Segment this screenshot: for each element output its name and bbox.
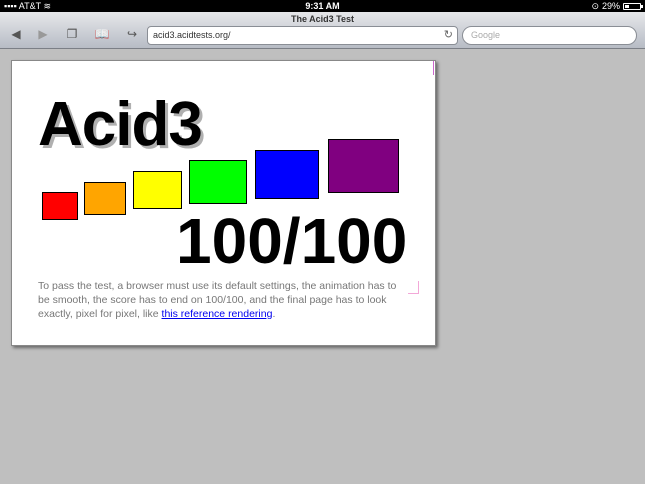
- page-title: The Acid3 Test: [290, 14, 354, 24]
- status-bar: ▪▪▪▪ AT&T ≋ 9:31 AM ⊙ 29%: [0, 0, 645, 12]
- clock: 9:31 AM: [305, 1, 340, 11]
- tabs-icon: ❐: [66, 27, 78, 41]
- bookmarks-book-icon: 📖: [94, 27, 110, 41]
- acid3-heading: Acid3: [38, 90, 203, 159]
- score-display: 100/100: [176, 205, 408, 277]
- address-bar[interactable]: acid3.acidtests.org/ ↻: [147, 26, 458, 45]
- share-icon: ↪: [126, 27, 138, 41]
- battery-percent: 29%: [601, 1, 620, 11]
- url-text: acid3.acidtests.org/: [153, 30, 231, 40]
- share-button[interactable]: ↪: [122, 27, 142, 41]
- search-input[interactable]: Google: [462, 26, 637, 45]
- lock-rotation-icon: ⊙: [591, 1, 599, 11]
- forward-button[interactable]: ▶: [33, 27, 53, 41]
- forward-arrow-icon: ▶: [38, 27, 48, 41]
- test-description: To pass the test, a browser must use its…: [38, 279, 406, 321]
- green-box: [189, 160, 247, 204]
- back-arrow-icon: ◀: [11, 27, 21, 41]
- back-button[interactable]: ◀: [6, 27, 26, 41]
- red-box: [42, 192, 78, 220]
- reload-icon[interactable]: ↻: [444, 27, 453, 44]
- tabs-button[interactable]: ❐: [62, 27, 82, 41]
- corner-mark: [408, 281, 419, 294]
- web-page: Acid3 100/100 To pass the test, a browse…: [11, 60, 436, 346]
- corner-tick: [433, 61, 434, 75]
- browser-toolbar: The Acid3 Test ◀ ▶ ❐ 📖 ↪ acid3.acidtests…: [0, 12, 645, 49]
- yellow-box: [133, 171, 182, 209]
- purple-box: [328, 139, 399, 193]
- description-period: .: [272, 308, 276, 320]
- orange-box: [84, 182, 126, 215]
- battery-area: ⊙ 29%: [591, 0, 643, 12]
- bookmarks-button[interactable]: 📖: [92, 27, 112, 41]
- battery-icon: [623, 2, 643, 10]
- reference-rendering-link[interactable]: this reference rendering: [162, 308, 273, 320]
- blue-box: [255, 150, 319, 199]
